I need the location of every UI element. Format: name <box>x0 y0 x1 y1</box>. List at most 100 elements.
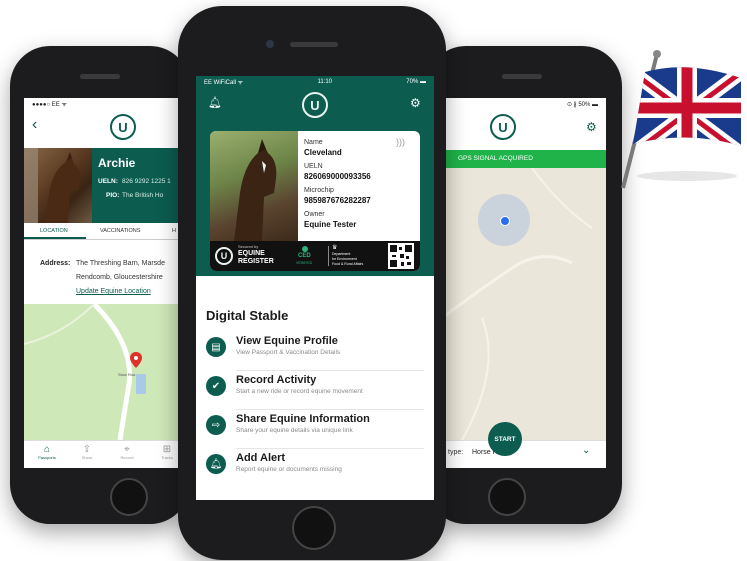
ride-type-selector[interactable]: type: Horse Ride ⌄ <box>442 440 606 468</box>
right-phone-speaker <box>502 74 542 79</box>
left-map[interactable]: Stow Roa <box>24 302 190 441</box>
defra-line-1: Department <box>332 252 351 256</box>
tab-location[interactable]: LOCATION <box>40 228 68 234</box>
right-status-battery: ⊙ ∦ 50% ▬ <box>566 101 598 108</box>
passport-ueln-value: 826069000093356 <box>304 172 371 181</box>
center-logo-icon: U <box>302 92 328 118</box>
right-phone: ⊙ ∦ 50% ▬ U ⚙ GPS SIGNAL ACQUIRED type: … <box>426 46 622 524</box>
nfc-icon: ))) <box>396 137 405 147</box>
address-label: Address: <box>40 260 71 267</box>
horse-silhouette-icon <box>24 148 81 223</box>
left-map-roads <box>24 302 146 441</box>
gps-banner: GPS SIGNAL ACQUIRED <box>442 150 606 168</box>
right-map[interactable] <box>442 167 606 441</box>
menu-divider <box>236 370 424 371</box>
menu-view-equine-profile[interactable]: ▤ View Equine Profile View Passport & Va… <box>206 334 424 372</box>
passport-microchip-value: 985987676282287 <box>304 196 371 205</box>
alert-icon: 🔔︎ <box>206 454 226 474</box>
nav-passports[interactable]: ⌂ Passports <box>32 444 62 460</box>
center-status-carrier: EE WiFiCall ᯤ <box>204 80 244 86</box>
passport-footer: U Secured by EQUINE REGISTER CED VERIFIE… <box>210 241 420 271</box>
passport-horse-silhouette-icon <box>234 139 277 241</box>
defra-divider <box>328 246 329 266</box>
menu-subtitle: View Passport & Vaccination Details <box>236 349 341 356</box>
address-line-2: Rendcomb, Gloucestershire <box>76 274 163 281</box>
center-status-bar: EE WiFiCall ᯤ 11:10 70% ▬ <box>196 76 434 88</box>
chevron-down-icon: ⌄ <box>582 445 591 456</box>
check-shield-icon: ✔ <box>206 376 226 396</box>
defra-line-2: for Environment <box>332 257 357 261</box>
passport-name-value: Cleveland <box>304 148 342 157</box>
ride-type-label: type: <box>448 449 464 456</box>
center-status-time: 11:10 <box>317 79 333 85</box>
defra-crest-icon: ♛ <box>332 245 338 251</box>
passport-card[interactable]: ))) Name Cleveland UELN 826069000093356 … <box>210 131 420 271</box>
share-nav-icon: ⇪ <box>82 444 92 455</box>
menu-subtitle: Share your equine details via unique lin… <box>236 427 353 434</box>
menu-subtitle: Report equine or documents missing <box>236 466 342 473</box>
passport-owner-label: Owner <box>304 211 325 218</box>
center-phone-speaker <box>290 42 338 47</box>
passport-name-label: Name <box>304 139 323 146</box>
left-bottom-nav: ⌂ Passports ⇪ Share ⌖ Record ⊞ Tracks <box>24 440 190 468</box>
menu-divider <box>236 409 424 410</box>
nav-share-label: Share <box>81 455 93 460</box>
right-settings-icon[interactable]: ⚙ <box>586 120 597 134</box>
union-jack-flag-icon <box>621 50 741 189</box>
menu-title: Add Alert <box>236 452 286 464</box>
ced-badge-icon <box>302 246 308 252</box>
menu-share-equine-information[interactable]: ⇨ Share Equine Information Share your eq… <box>206 412 424 450</box>
right-home-button[interactable] <box>488 478 526 516</box>
gps-banner-text: GPS SIGNAL ACQUIRED <box>458 155 533 162</box>
equine-register-line-1: EQUINE <box>238 250 265 257</box>
nav-share[interactable]: ⇪ Share <box>72 444 102 460</box>
pio-label: PIO: <box>106 192 120 199</box>
start-button[interactable]: START <box>488 422 522 456</box>
back-icon[interactable]: ‹ <box>32 116 37 134</box>
center-settings-icon[interactable]: ⚙ <box>410 96 421 110</box>
passport-microchip-label: Microchip <box>304 187 334 194</box>
equine-register-logo-icon: U <box>215 247 233 265</box>
menu-subtitle: Start a new ride or record equine moveme… <box>236 388 363 395</box>
center-home-button[interactable] <box>292 506 336 550</box>
left-tabs: LOCATION VACCINATIONS H <box>24 223 190 240</box>
horse-name: Archie <box>98 156 136 170</box>
right-status-bar: ⊙ ∦ 50% ▬ <box>442 98 606 110</box>
digital-stable-title: Digital Stable <box>206 308 289 323</box>
pio-value: The British Ho <box>122 192 164 199</box>
start-button-label: START <box>494 435 516 443</box>
menu-record-activity[interactable]: ✔ Record Activity Start a new ride or re… <box>206 373 424 411</box>
left-home-button[interactable] <box>110 478 148 516</box>
share-icon: ⇨ <box>206 415 226 435</box>
defra-line-3: Food & Rural Affairs <box>332 262 364 266</box>
menu-add-alert[interactable]: 🔔︎ Add Alert Report equine or documents … <box>206 451 424 489</box>
nav-record-label: Record <box>120 455 134 460</box>
center-phone-screen: EE WiFiCall ᯤ 11:10 70% ▬ 🔔︎ U ⚙ ))) Nam… <box>196 76 434 500</box>
secured-by-text: Secured by <box>238 244 259 249</box>
left-status-bar: ●●●●○ EE ᯤ <box>24 98 190 110</box>
current-location-dot-icon <box>500 216 510 226</box>
tab-location-underline <box>24 237 86 239</box>
tab-vaccinations[interactable]: VACCINATIONS <box>100 228 140 234</box>
map-place-label: Stow Roa <box>118 372 136 377</box>
equine-register-line-2: REGISTER <box>238 258 274 265</box>
qr-code-icon <box>388 243 414 269</box>
ced-verified-text: VERIFIED <box>296 261 313 265</box>
passport-horse-photo <box>210 131 298 241</box>
passport-owner-value: Equine Tester <box>304 220 357 229</box>
left-logo-icon: U <box>110 114 136 140</box>
nav-record[interactable]: ⌖ Record <box>112 444 142 460</box>
menu-title: Share Equine Information <box>236 413 370 425</box>
ced-text: CED <box>298 253 311 259</box>
address-line-1: The Threshing Barn, Marsde <box>76 260 165 267</box>
center-header: EE WiFiCall ᯤ 11:10 70% ▬ 🔔︎ U ⚙ ))) Nam… <box>196 76 434 276</box>
left-status-carrier: ●●●●○ EE ᯤ <box>32 102 67 108</box>
left-phone: ●●●●○ EE ᯤ ‹ U Archie UELN: 826 9292 122… <box>10 46 190 524</box>
update-location-link[interactable]: Update Equine Location <box>76 288 151 295</box>
tab-h[interactable]: H <box>172 228 176 234</box>
menu-title: View Equine Profile <box>236 335 338 347</box>
nav-passports-label: Passports <box>38 455 56 460</box>
passport-ueln-label: UELN <box>304 163 323 170</box>
bell-icon[interactable]: 🔔︎ <box>208 96 222 109</box>
right-phone-screen: ⊙ ∦ 50% ▬ U ⚙ GPS SIGNAL ACQUIRED type: … <box>442 98 606 468</box>
